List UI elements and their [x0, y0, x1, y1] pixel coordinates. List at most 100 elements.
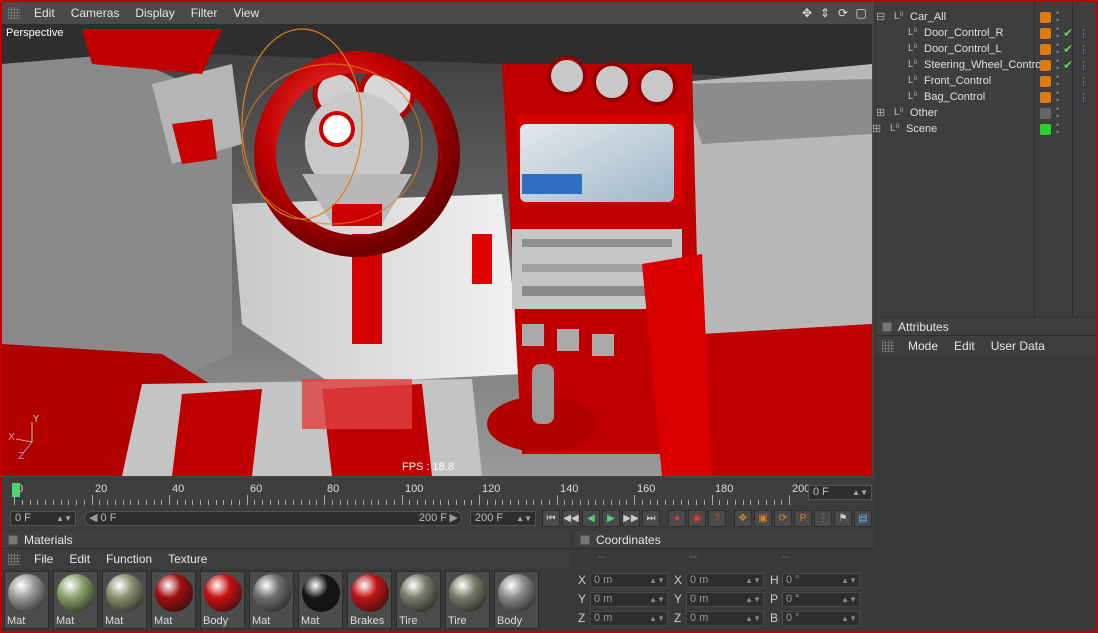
material-swatch[interactable]: Brakes: [347, 571, 392, 629]
spinner-icon[interactable]: ▲▼: [649, 612, 665, 625]
expand-icon[interactable]: ⊞: [872, 122, 881, 135]
object-row[interactable]: L⁰ Steering_Wheel_Control • • ✔ ⋮: [876, 57, 1096, 74]
start-frame-field[interactable]: 0 F ▲▼: [10, 511, 76, 526]
coordinate-field[interactable]: 0 m ▲▼: [686, 611, 764, 626]
key-tool-icon[interactable]: ⚑: [834, 510, 852, 527]
object-name[interactable]: Car_All: [910, 11, 946, 23]
enabled-check-icon[interactable]: ✔: [1063, 42, 1073, 56]
object-name[interactable]: Steering_Wheel_Control: [924, 59, 1044, 71]
menu-filter[interactable]: Filter: [183, 2, 226, 24]
object-row[interactable]: L⁰ Front_Control • • ⋮: [876, 73, 1096, 90]
menu-texture[interactable]: Texture: [160, 549, 215, 569]
visibility-dots-icon[interactable]: • •: [1056, 121, 1059, 137]
material-swatch[interactable]: Mat: [249, 571, 294, 629]
rotate-icon[interactable]: ⟳: [836, 6, 850, 20]
object-name[interactable]: Front_Control: [924, 75, 991, 87]
menu-file[interactable]: File: [26, 549, 61, 569]
grid-tool-icon[interactable]: ⋮: [814, 510, 832, 527]
rotate-tool-icon[interactable]: ⟳: [774, 510, 792, 527]
grip-icon[interactable]: [882, 340, 894, 352]
coordinate-field[interactable]: 0 m ▲▼: [590, 611, 668, 626]
layout-icon[interactable]: ▤: [854, 510, 872, 527]
menu-display[interactable]: Display: [127, 2, 182, 24]
object-name[interactable]: Bag_Control: [924, 91, 985, 103]
menu-function[interactable]: Function: [98, 549, 160, 569]
material-swatch[interactable]: Mat: [4, 571, 49, 629]
layer-color-icon[interactable]: [1040, 76, 1051, 87]
layer-color-icon[interactable]: [1040, 60, 1051, 71]
material-swatch[interactable]: Body: [494, 571, 539, 629]
timeline-ruler[interactable]: 0 20 40 60 80 100 120 140 160 180 200: [14, 481, 810, 505]
visibility-dots-icon[interactable]: • •: [1056, 89, 1059, 105]
object-row[interactable]: L⁰ Bag_Control • • ⋮: [876, 89, 1096, 106]
play-forward-button[interactable]: ▶: [602, 510, 620, 527]
material-swatch[interactable]: Tire: [396, 571, 441, 629]
layer-color-icon[interactable]: [1040, 92, 1051, 103]
time-cursor[interactable]: [12, 483, 20, 497]
pan-icon[interactable]: ⇕: [818, 6, 832, 20]
spinner-icon[interactable]: ▲▼: [745, 574, 761, 587]
object-name[interactable]: Door_Control_R: [924, 27, 1003, 39]
coordinate-field[interactable]: 0 m ▲▼: [590, 592, 668, 607]
record-icon[interactable]: ●: [668, 510, 686, 527]
menu-view[interactable]: View: [225, 2, 267, 24]
coordinate-field[interactable]: 0 m ▲▼: [686, 573, 764, 588]
menu-edit[interactable]: Edit: [26, 2, 63, 24]
tag-icon[interactable]: ⋮: [1078, 59, 1089, 72]
goto-start-button[interactable]: ⏮: [542, 510, 560, 527]
object-row[interactable]: ⊟ L⁰ Car_All • •: [876, 9, 1096, 26]
object-row[interactable]: ⊞ L⁰ Other • •: [876, 105, 1096, 122]
visibility-dots-icon[interactable]: • •: [1056, 41, 1059, 57]
coordinate-field[interactable]: 0 m ▲▼: [686, 592, 764, 607]
menu-edit[interactable]: Edit: [61, 549, 98, 569]
spinner-icon[interactable]: ▲▼: [649, 574, 665, 587]
material-swatch[interactable]: Tire: [445, 571, 490, 629]
current-frame-field[interactable]: 0 F ▲▼: [808, 485, 872, 500]
tag-icon[interactable]: ⋮: [1078, 43, 1089, 56]
object-name[interactable]: Scene: [906, 123, 937, 135]
autokey-icon[interactable]: ◉: [688, 510, 706, 527]
enabled-check-icon[interactable]: ✔: [1063, 26, 1073, 40]
help-icon[interactable]: ?: [708, 510, 726, 527]
material-swatch[interactable]: Body: [200, 571, 245, 629]
move-tool-icon[interactable]: ✥: [734, 510, 752, 527]
maximize-icon[interactable]: ▢: [854, 6, 868, 20]
material-swatch[interactable]: Mat: [53, 571, 98, 629]
layer-color-icon[interactable]: [1040, 44, 1051, 55]
enabled-check-icon[interactable]: ✔: [1063, 58, 1073, 72]
goto-end-button[interactable]: ⏭: [642, 510, 660, 527]
tag-icon[interactable]: ⋮: [1078, 91, 1089, 104]
expand-icon[interactable]: ⊟: [876, 10, 885, 23]
object-row[interactable]: L⁰ Door_Control_L • • ✔ ⋮: [876, 41, 1096, 58]
tag-icon[interactable]: ⋮: [1078, 75, 1089, 88]
menu-edit[interactable]: Edit: [946, 336, 983, 356]
next-key-button[interactable]: ▶▶: [622, 510, 640, 527]
visibility-dots-icon[interactable]: • •: [1056, 73, 1059, 89]
play-backward-button[interactable]: ◀: [582, 510, 600, 527]
menu-mode[interactable]: Mode: [900, 336, 946, 356]
layer-color-icon[interactable]: [1040, 12, 1051, 23]
spinner-icon[interactable]: ▲▼: [841, 574, 857, 587]
spinner-icon[interactable]: ▲▼: [745, 612, 761, 625]
expand-icon[interactable]: ⊞: [876, 106, 885, 119]
timeline[interactable]: 0 20 40 60 80 100 120 140 160 180 200 0 F ▲▼: [2, 479, 874, 507]
visibility-dots-icon[interactable]: • •: [1056, 25, 1059, 41]
layer-color-icon[interactable]: [1040, 124, 1051, 135]
object-row[interactable]: ⊞ L⁰ Scene • •: [872, 121, 1096, 138]
tag-icon[interactable]: ⋮: [1078, 27, 1089, 40]
grip-icon[interactable]: [8, 7, 20, 19]
spinner-icon[interactable]: ▲▼: [841, 593, 857, 606]
layer-color-icon[interactable]: [1040, 108, 1051, 119]
visibility-dots-icon[interactable]: • •: [1056, 57, 1059, 73]
end-frame-field[interactable]: 200 F ▲▼: [470, 511, 536, 526]
coordinate-field[interactable]: 0 ° ▲▼: [782, 573, 860, 588]
object-name[interactable]: Other: [910, 107, 938, 119]
visibility-dots-icon[interactable]: • •: [1056, 105, 1059, 121]
spinner-icon[interactable]: ▲▼: [649, 593, 665, 606]
spinner-icon[interactable]: ▲▼: [745, 593, 761, 606]
frame-range-slider[interactable]: ◀ 0 F 200 F ▶: [84, 511, 462, 526]
spinner-icon[interactable]: ▲▼: [841, 612, 857, 625]
menu-cameras[interactable]: Cameras: [63, 2, 128, 24]
object-row[interactable]: L⁰ Door_Control_R • • ✔ ⋮: [876, 25, 1096, 42]
material-swatch[interactable]: Mat: [102, 571, 147, 629]
